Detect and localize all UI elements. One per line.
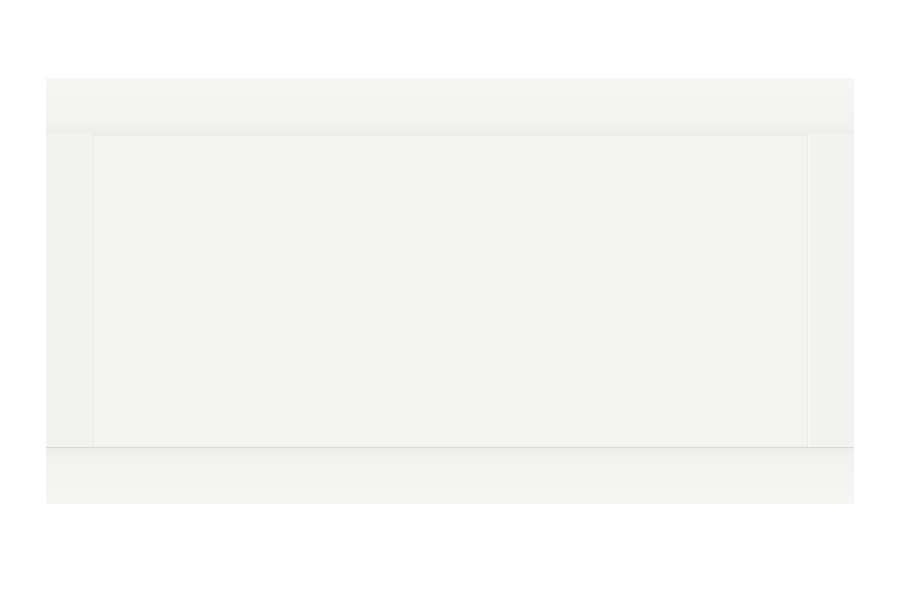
bottom-rail [46, 447, 854, 504]
top-rail [46, 78, 854, 135]
center-recessed-panel [92, 134, 808, 448]
image-canvas [0, 0, 900, 600]
cabinet-panel [46, 78, 854, 504]
left-stile [46, 134, 93, 448]
right-stile [807, 134, 854, 448]
